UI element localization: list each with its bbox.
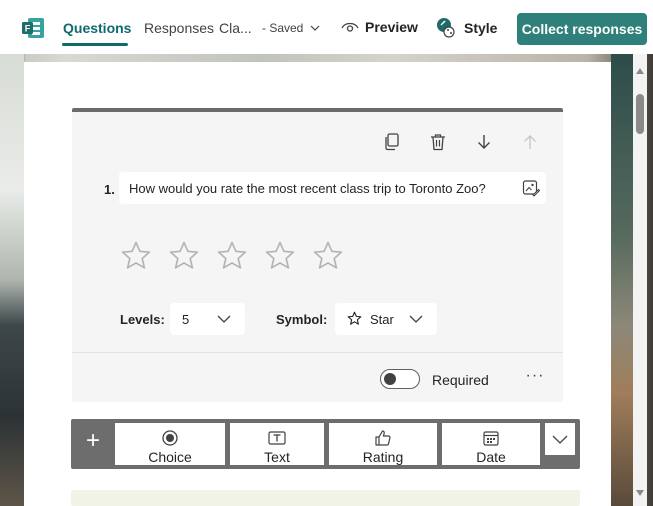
star-icon [347,311,362,325]
levels-value: 5 [182,312,190,327]
save-status-text: - Saved [262,21,304,35]
copy-icon [385,133,399,151]
active-tab-indicator [62,43,128,46]
choice-label: Choice [148,449,192,465]
more-options-button[interactable]: ··· [524,367,546,387]
rating-star-icon[interactable] [264,240,296,272]
rating-star-icon[interactable] [120,240,152,272]
add-rating-button[interactable]: Rating [329,423,437,465]
levels-label: Levels: [120,312,165,327]
style-button[interactable]: Style [436,14,497,42]
question-card[interactable]: 1. How would you rate the most recent cl… [72,108,563,402]
scroll-up-arrow-icon[interactable] [636,68,644,74]
form-title[interactable]: Cla... [219,20,252,36]
collect-responses-button[interactable]: Collect responses [517,13,647,45]
preview-button[interactable]: Preview [341,19,418,35]
add-question-button[interactable]: + [71,419,115,469]
scrollbar[interactable] [633,54,647,506]
card-divider [72,352,563,353]
chevron-down-icon [552,435,568,444]
arrow-down-icon [478,135,490,149]
preview-label: Preview [365,19,418,35]
style-label: Style [464,20,498,36]
question-text-input[interactable]: How would you rate the most recent class… [119,172,546,204]
thumbs-up-icon [375,430,391,446]
tab-questions[interactable]: Questions [63,20,131,36]
add-date-button[interactable]: Date [442,423,540,465]
required-label: Required [432,372,489,388]
forms-logo-icon[interactable]: F [22,18,44,38]
next-section-card[interactable] [71,490,580,506]
rating-label: Rating [362,449,404,465]
levels-dropdown[interactable]: 5 [170,303,245,335]
symbol-label: Symbol: [276,312,328,327]
required-toggle[interactable] [380,369,420,389]
scroll-down-arrow-icon[interactable] [636,490,644,496]
rating-star-icon[interactable] [312,240,344,272]
chevron-down-icon [409,315,423,323]
eye-icon [341,22,359,32]
question-number: 1. [104,182,115,197]
calendar-icon [483,431,499,446]
symbol-value: Star [370,312,394,327]
more-question-types-button[interactable] [545,423,575,455]
chevron-down-icon [217,315,231,323]
trash-icon [431,134,445,151]
radio-icon [162,430,178,446]
arrow-up-icon [524,135,536,149]
rating-star-icon[interactable] [168,240,200,272]
rating-star-icon[interactable] [216,240,248,272]
move-down-button[interactable] [474,132,494,152]
background-photo-right [611,54,633,506]
copy-question-button[interactable] [382,132,402,152]
scroll-thumb[interactable] [636,94,644,134]
rating-stars [120,240,344,272]
toggle-knob [384,373,396,385]
date-label: Date [476,449,506,465]
add-question-toolbar: + Choice Text Rating Date [71,419,580,469]
symbol-dropdown[interactable]: Star [335,303,437,335]
insert-media-icon[interactable] [522,179,540,197]
background-photo-left [0,54,24,506]
chevron-down-icon [310,25,320,31]
tab-responses[interactable]: Responses [144,20,214,36]
svg-text:F: F [25,24,31,34]
question-text: How would you rate the most recent class… [129,181,486,196]
add-choice-button[interactable]: Choice [115,423,225,465]
move-up-button[interactable] [520,132,540,152]
text-icon [268,431,286,445]
top-bar: F Questions Responses Cla... - Saved Pre… [0,0,653,54]
text-label: Text [264,449,290,465]
palette-icon [437,18,455,38]
add-text-button[interactable]: Text [230,423,324,465]
delete-question-button[interactable] [428,132,448,152]
save-status[interactable]: - Saved [262,21,320,35]
